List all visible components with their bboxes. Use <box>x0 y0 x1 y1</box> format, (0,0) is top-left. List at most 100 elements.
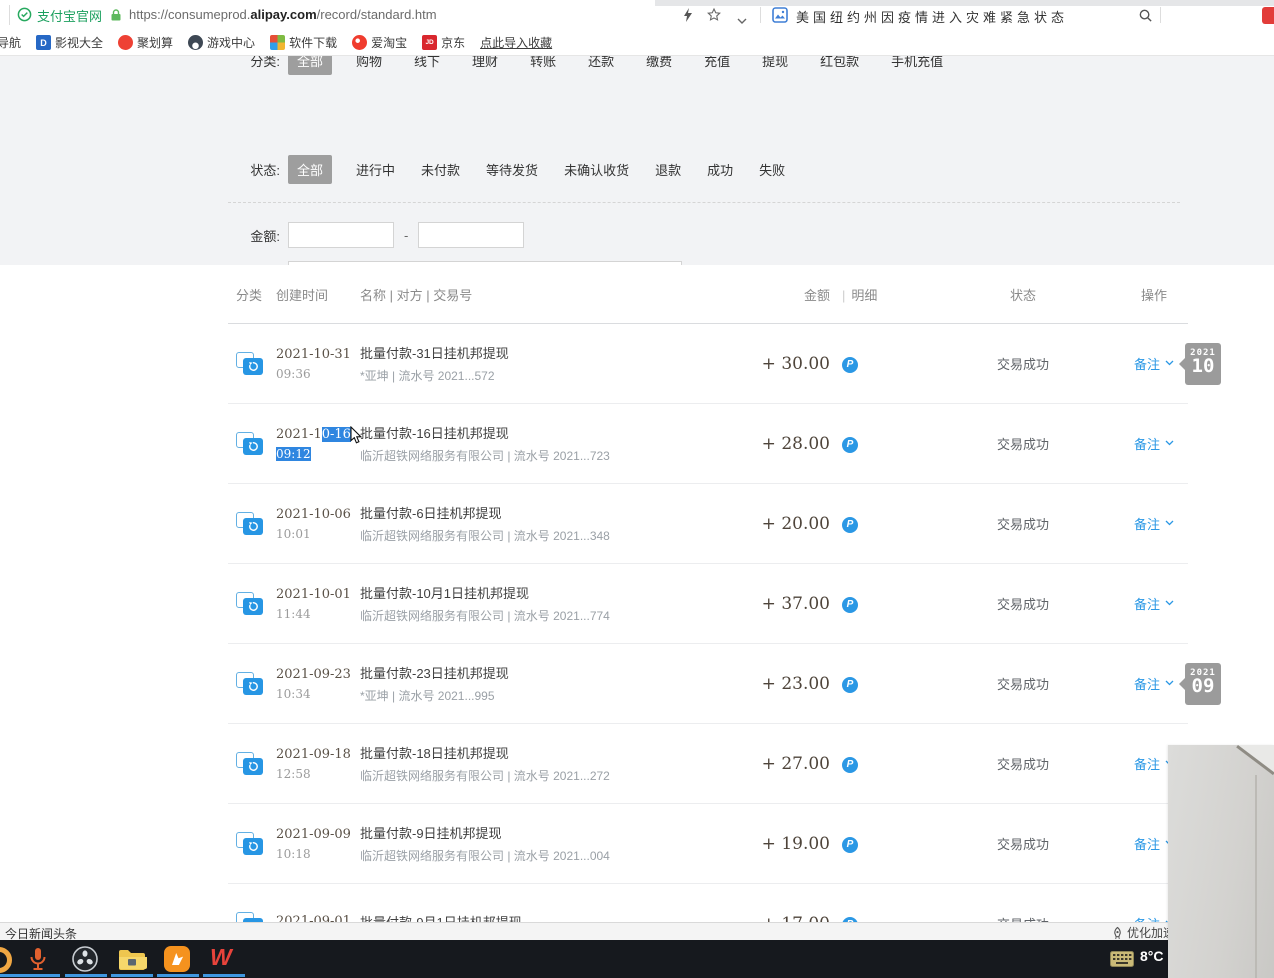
table-header: 分类 创建时间 名称 | 对方 | 交易号 金额 |明细 状态 操作 <box>228 265 1188 324</box>
status-option[interactable]: 成功 <box>707 160 733 179</box>
transaction-date: 2021-10-16 <box>276 427 360 442</box>
header-status: 状态 <box>886 285 1120 304</box>
detail-icon[interactable]: P <box>842 597 858 613</box>
taskbar-indicator <box>157 974 199 977</box>
transaction-party: 临沂超铁网络服务有限公司 | 流水号 2021...004 <box>360 847 720 864</box>
status-text: 交易成功 <box>997 837 1049 852</box>
transaction-party: 临沂超铁网络服务有限公司 | 流水号 2021...723 <box>360 447 720 464</box>
remark-link[interactable]: 备注 <box>1134 674 1174 693</box>
bookmark-item[interactable]: 爱淘宝 <box>352 34 407 51</box>
amount-min-input[interactable] <box>288 222 394 248</box>
site-verified-badge[interactable]: 支付宝官网 <box>17 6 102 25</box>
detail-icon[interactable]: P <box>842 677 858 693</box>
status-option[interactable]: 退款 <box>655 160 681 179</box>
bookmark-star-icon[interactable] <box>706 7 722 28</box>
taskbar-indicator <box>65 974 107 977</box>
category-option[interactable]: 红包款 <box>820 55 859 70</box>
category-option[interactable]: 手机充值 <box>891 55 943 70</box>
table-body: 2021-10-31 09:36 批量付款-31日挂机邦提现 *亚坤 | 流水号… <box>228 324 1188 964</box>
category-option[interactable]: 线下 <box>414 55 440 70</box>
remark-link[interactable]: 备注 <box>1134 514 1174 533</box>
category-option[interactable]: 转账 <box>530 55 556 70</box>
divider <box>1160 7 1161 23</box>
weather-temperature[interactable]: 8°C <box>1140 948 1164 964</box>
status-option[interactable]: 进行中 <box>356 160 395 179</box>
bookmark-item[interactable]: JD 京东 <box>422 34 465 51</box>
batch-payment-icon <box>236 352 263 375</box>
amount-text: + 20.00 <box>762 514 830 534</box>
transaction-time: 10:18 <box>276 847 360 861</box>
divider <box>9 5 10 25</box>
news-image-icon <box>772 7 788 28</box>
keyboard-tray-icon[interactable] <box>1110 951 1134 972</box>
transactions-table: 分类 创建时间 名称 | 对方 | 交易号 金额 |明细 状态 操作 <box>228 265 1188 964</box>
screen: 支付宝官网 https://consumeprod.alipay.com/rec… <box>0 0 1274 978</box>
microphone-icon[interactable] <box>26 946 50 977</box>
category-option[interactable]: 理财 <box>472 55 498 70</box>
bookmark-item[interactable]: 聚划算 <box>118 34 173 51</box>
amount-text: + 23.00 <box>762 674 830 694</box>
bookmark-label: 点此导入收藏 <box>480 34 552 51</box>
detail-icon[interactable]: P <box>842 757 858 773</box>
amount-filter-row: 金额: - <box>228 222 524 248</box>
dashed-divider <box>228 202 1180 203</box>
shield-check-icon <box>17 7 32 25</box>
bookmark-icon <box>352 35 367 50</box>
category-option[interactable]: 全部 <box>288 55 332 75</box>
filter-panel: 分类: 全部购物线下理财转账还款缴费充值提现红包款手机充值 状态: 全部进行中未… <box>0 55 1274 265</box>
bookmark-item[interactable]: 软件下载 <box>270 34 337 51</box>
category-option[interactable]: 提现 <box>762 55 788 70</box>
remark-link[interactable]: 备注 <box>1134 594 1174 613</box>
bookmark-label: 软件下载 <box>289 34 337 51</box>
batch-payment-icon <box>236 432 263 455</box>
remark-link[interactable]: 备注 <box>1134 434 1174 453</box>
header-category: 分类 <box>228 285 276 304</box>
transaction-date: 2021-10-31 <box>276 347 360 362</box>
status-option[interactable]: 全部 <box>288 155 332 184</box>
category-option[interactable]: 充值 <box>704 55 730 70</box>
bookmark-item[interactable]: 游戏中心 <box>188 34 255 51</box>
transaction-row: 2021-10-16 09:12 批量付款-16日挂机邦提现 临沂超铁网络服务有… <box>228 404 1188 484</box>
status-options: 全部 进行中 未付款 等待发货 未确认收货 退款 成功 失败 <box>288 155 811 184</box>
status-option[interactable]: 等待发货 <box>486 160 538 179</box>
detail-icon[interactable]: P <box>842 437 858 453</box>
status-option[interactable]: 未付款 <box>421 160 460 179</box>
category-options: 全部 购物 线下 理财 转账 还款 缴费 充值 提现 红包款 手机充值 <box>288 55 975 75</box>
category-option[interactable]: 购物 <box>356 55 382 70</box>
batch-payment-icon <box>236 592 263 615</box>
chevron-down-icon <box>1165 440 1174 446</box>
url-text[interactable]: https://consumeprod.alipay.com/record/st… <box>129 7 437 22</box>
detail-icon[interactable]: P <box>842 517 858 533</box>
bookmark-list: D 影视大全 聚划算 游戏中心 软件下载 <box>21 34 552 51</box>
search-icon[interactable] <box>1138 8 1153 28</box>
transaction-time: 10:34 <box>276 687 360 701</box>
amount-text: + 28.00 <box>762 434 830 454</box>
amount-max-input[interactable] <box>418 222 524 248</box>
detail-icon[interactable]: P <box>842 837 858 853</box>
remark-link[interactable]: 备注 <box>1134 354 1174 373</box>
amount-text: + 19.00 <box>762 834 830 854</box>
wps-icon[interactable]: W <box>210 944 232 970</box>
month-badge: 2021 09 <box>1185 663 1221 705</box>
status-text: 交易成功 <box>997 597 1049 612</box>
category-option[interactable]: 缴费 <box>646 55 672 70</box>
folder-icon[interactable] <box>117 948 147 977</box>
detail-icon[interactable]: P <box>842 357 858 373</box>
bookmark-item[interactable]: D 影视大全 <box>36 34 103 51</box>
category-option[interactable]: 还款 <box>588 55 614 70</box>
news-ticker-link[interactable]: 美国纽约州因疫情进入灾难紧急状态 <box>796 7 1068 26</box>
status-option[interactable]: 未确认收货 <box>564 160 629 179</box>
bookmark-nav[interactable]: 导航 <box>0 34 21 51</box>
status-text: 交易成功 <box>997 437 1049 452</box>
header-name-party-txid: 名称 | 对方 | 交易号 <box>360 285 720 304</box>
status-option[interactable]: 失败 <box>759 160 785 179</box>
extension-icon[interactable] <box>1262 7 1274 24</box>
amount-range-dash: - <box>404 228 408 243</box>
transaction-time: 12:58 <box>276 767 360 781</box>
bookmark-item[interactable]: 点此导入收藏 <box>480 34 552 51</box>
category-label: 分类: <box>228 55 280 70</box>
bookmark-label: 影视大全 <box>55 34 103 51</box>
chevron-down-icon[interactable] <box>737 12 747 30</box>
flash-icon[interactable] <box>683 8 693 27</box>
optimize-boost-button[interactable]: 优化加速 <box>1112 924 1175 941</box>
